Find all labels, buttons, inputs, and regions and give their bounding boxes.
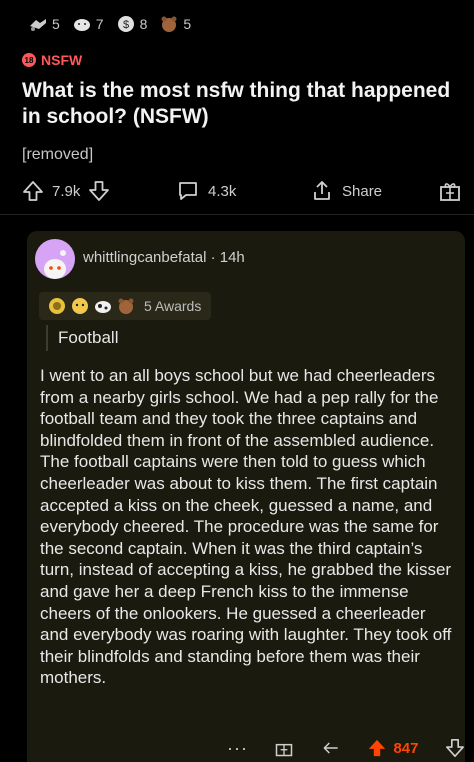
- comment-card: whittlingcanbefatal · 14h 5 Awards Footb…: [27, 231, 465, 762]
- gift-award-icon: [440, 183, 460, 201]
- more-options-icon[interactable]: ···: [227, 738, 248, 759]
- bear-award-icon: [161, 16, 177, 32]
- coin-award-icon: $: [117, 16, 134, 32]
- award-4: 5: [159, 14, 191, 34]
- comment-bubble-icon: [179, 182, 197, 200]
- comment-score: 847: [393, 739, 419, 757]
- avatar[interactable]: [35, 239, 75, 279]
- award-1: 5: [28, 14, 60, 34]
- upvote-count: 7.9k: [52, 182, 81, 200]
- share-label: Share: [342, 182, 383, 200]
- share-button[interactable]: Share: [310, 179, 410, 203]
- gift-award-icon[interactable]: [274, 738, 294, 758]
- award-2: 7: [72, 14, 104, 34]
- vote-group: 7.9k: [22, 180, 152, 202]
- comment-awards[interactable]: 5 Awards: [39, 292, 212, 320]
- downvote-icon[interactable]: [88, 180, 110, 202]
- award-1-count: 5: [52, 16, 60, 32]
- comment-body: I went to an all boys school but we had …: [40, 366, 452, 688]
- post-action-bar: 7.9k 4.3k Share: [22, 176, 462, 206]
- post-awards[interactable]: 5 7 $ 8 5: [28, 14, 197, 34]
- award-button[interactable]: [438, 179, 462, 203]
- comment-count: 4.3k: [208, 182, 237, 200]
- reply-icon[interactable]: [321, 738, 341, 758]
- handshake-award-icon: [30, 19, 46, 31]
- cow-award-icon: [95, 301, 111, 313]
- award-3-count: 8: [139, 16, 148, 32]
- post-body: [removed]: [22, 146, 94, 163]
- share-icon: [314, 181, 330, 200]
- divider: [0, 214, 474, 215]
- comment-action-bar: ··· 847: [227, 736, 465, 760]
- nsfw-18-icon: 18: [22, 53, 36, 67]
- comment-vote: 847: [367, 738, 418, 758]
- wholesome-award-icon: [73, 19, 90, 31]
- comment-username[interactable]: whittlingcanbefatal · 14h: [83, 249, 245, 266]
- awards-label: 5 Awards: [144, 298, 202, 314]
- snoo-avatar-icon: [44, 250, 66, 279]
- comments-button[interactable]: 4.3k: [176, 179, 286, 203]
- upvote-filled-icon[interactable]: [367, 738, 387, 758]
- award-3: $ 8: [116, 14, 148, 34]
- nsfw-label: NSFW: [41, 52, 83, 68]
- wholesome-award-icon: [72, 298, 88, 314]
- svg-text:$: $: [123, 19, 129, 31]
- user-flair: Football: [46, 325, 118, 351]
- bear-award-icon: [118, 298, 134, 314]
- thumbs-award-icon: [49, 298, 65, 314]
- award-2-count: 7: [95, 16, 104, 32]
- post-title[interactable]: What is the most nsfw thing that happene…: [22, 78, 452, 130]
- award-4-count: 5: [183, 16, 192, 32]
- upvote-icon[interactable]: [22, 180, 44, 202]
- downvote-icon[interactable]: [445, 738, 465, 758]
- nsfw-tag: 18 NSFW: [22, 52, 82, 68]
